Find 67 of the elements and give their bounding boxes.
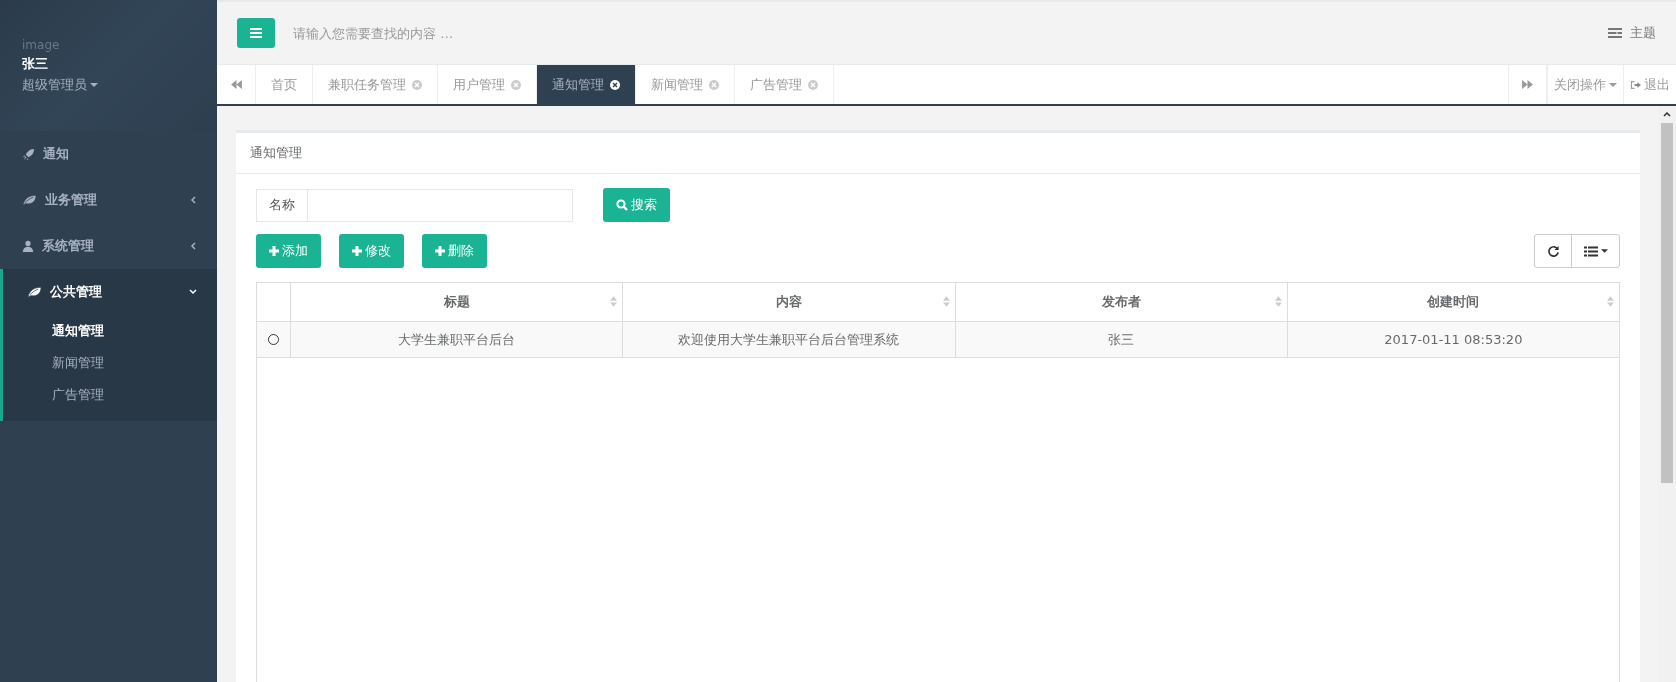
row-radio[interactable] (268, 334, 279, 345)
column-header[interactable]: 内容 (775, 293, 802, 311)
table-cell: 大学生兼职平台后台 (398, 330, 516, 349)
menu-button[interactable] (237, 18, 275, 48)
list-icon (1583, 245, 1598, 257)
close-icon (709, 79, 719, 90)
column-header[interactable]: 标题 (443, 293, 470, 311)
column-header[interactable]: 创建时间 (1427, 293, 1480, 311)
double-left-icon (230, 80, 242, 89)
role-dropdown[interactable]: 超级管理员 (22, 76, 98, 94)
caret-icon (90, 83, 98, 87)
caret-icon (1609, 82, 1617, 87)
sort-icon (942, 296, 950, 307)
refresh-icon (1546, 244, 1560, 258)
theme-button[interactable]: 主题 (1608, 24, 1656, 42)
close-icon (511, 79, 521, 90)
plus-icon (352, 246, 362, 256)
sidebar-item[interactable]: 系统管理 (0, 223, 217, 269)
caret-icon (1600, 249, 1608, 253)
sidebar-subitem[interactable]: 通知管理 (3, 315, 217, 347)
action-button[interactable]: 添加 (256, 234, 321, 268)
sidebar-item[interactable]: 通知 (0, 131, 217, 177)
sidebar-item[interactable]: 业务管理 (0, 177, 217, 223)
action-button[interactable]: 修改 (339, 234, 404, 268)
search-button[interactable]: 搜索 (603, 188, 670, 222)
tab[interactable]: 通知管理 (537, 65, 636, 104)
leaf-icon (27, 286, 42, 298)
tab[interactable]: 新闻管理 (636, 65, 735, 104)
search-field[interactable]: 请输入您需要查找的内容 … (291, 24, 1608, 42)
list-icon (1608, 28, 1622, 38)
user-name: 张三 (22, 55, 48, 73)
sign-out-icon (1630, 79, 1641, 90)
panel-title: 通知管理 (236, 133, 1640, 174)
name-filter-field[interactable]: 名称 (256, 188, 573, 222)
user-icon (22, 240, 34, 252)
sidebar-subitem[interactable]: 新闻管理 (3, 347, 217, 379)
tab[interactable]: 兼职任务管理 (313, 65, 438, 104)
chevron-left-icon (189, 242, 197, 250)
close-icon (808, 79, 818, 90)
tab[interactable]: 首页 (256, 65, 313, 104)
sidebar-item[interactable]: 公共管理 (3, 269, 217, 315)
close-actions-dropdown[interactable]: 关闭操作 (1547, 65, 1623, 104)
sort-icon (1274, 296, 1282, 307)
close-icon (412, 79, 422, 90)
logout-button[interactable]: 退出 (1623, 65, 1676, 104)
sidebar-subitem[interactable]: 广告管理 (3, 379, 217, 411)
plus-icon (269, 246, 279, 256)
sort-icon (610, 296, 618, 307)
column-header[interactable]: 发布者 (1101, 293, 1141, 311)
table-cell: 2017-01-11 08:53:20 (1384, 332, 1523, 347)
scroll-right-button[interactable] (1508, 65, 1547, 104)
sort-icon (1607, 296, 1614, 307)
table-cell: 欢迎使用大学生兼职平台后台管理系统 (678, 330, 900, 349)
plus-icon (435, 246, 445, 256)
scroll-up-icon (1663, 112, 1671, 117)
tab[interactable]: 广告管理 (735, 65, 834, 104)
rocket-icon (22, 147, 35, 161)
action-button[interactable]: 删除 (422, 234, 487, 268)
search-icon (616, 199, 628, 211)
double-right-icon (1522, 80, 1533, 89)
leaf-icon (22, 194, 37, 206)
chevron-down-icon (189, 288, 197, 296)
close-icon (610, 79, 620, 90)
table-cell: 张三 (1108, 330, 1135, 349)
menu-icon (250, 28, 262, 38)
chevron-left-icon (189, 196, 197, 204)
profile-image-label: image (22, 38, 60, 52)
